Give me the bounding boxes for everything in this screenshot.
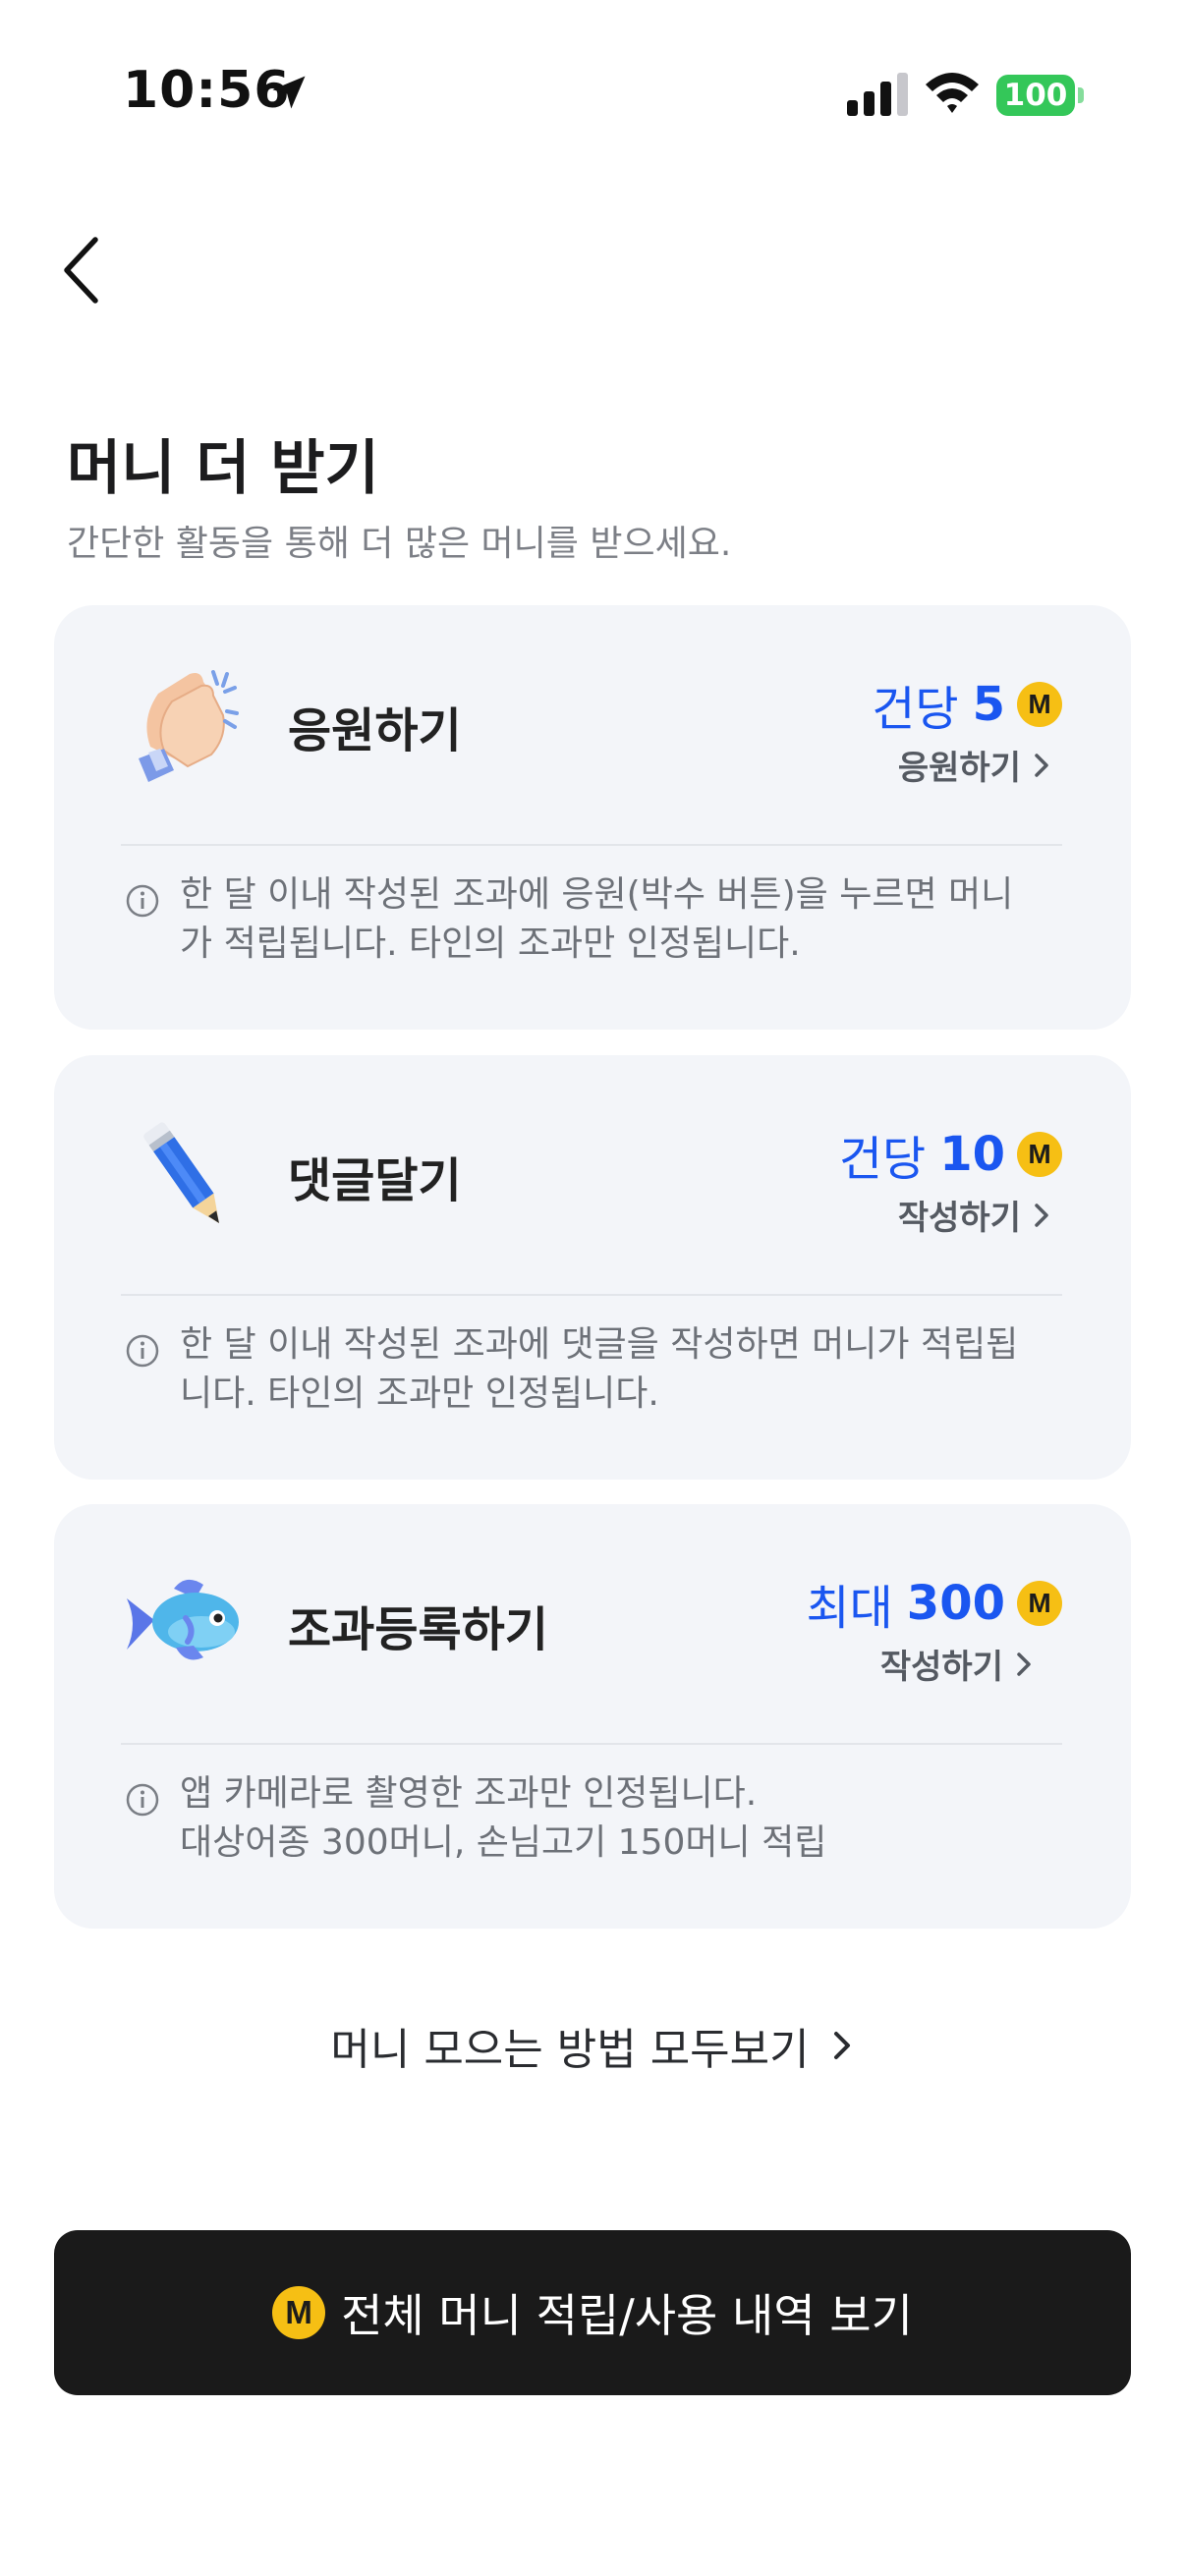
chevron-left-icon	[64, 237, 98, 304]
chevron-right-icon	[1017, 1652, 1031, 1676]
reward-prefix: 건당	[838, 1132, 927, 1187]
info-icon	[126, 884, 159, 918]
view-all-ways-label: 머니 모으는 방법 모두보기	[330, 2025, 810, 2075]
money-coin-icon: M	[1017, 1132, 1062, 1177]
catch-action-link[interactable]: 작성하기	[880, 1640, 1035, 1688]
view-all-ways-link[interactable]: 머니 모으는 방법 모두보기	[0, 2014, 1185, 2077]
location-arrow-icon	[272, 76, 306, 109]
chevron-right-icon	[1035, 753, 1048, 777]
status-bar: 10:56 100	[0, 0, 1185, 196]
reward-amount: 건당 10 M	[839, 1120, 1062, 1189]
divider	[121, 844, 1062, 846]
page-subtitle: 간단한 활동을 통해 더 많은 머니를 받으세요.	[67, 524, 732, 564]
cellular-signal-icon	[847, 73, 908, 116]
description-line: 대상어종 300머니, 손님고기 150머니 적립	[180, 1822, 827, 1863]
chevron-right-icon	[1035, 1203, 1048, 1227]
reward-value: 300	[906, 1576, 1005, 1631]
cheer-action-link[interactable]: 응원하기	[898, 741, 1052, 789]
fish-icon	[127, 1579, 239, 1660]
comment-action-link[interactable]: 작성하기	[898, 1191, 1052, 1239]
description-line: 니다. 타인의 조과만 인정됩니다.	[180, 1373, 659, 1414]
battery-level: 100	[996, 75, 1075, 116]
info-icon	[126, 1334, 159, 1368]
action-label: 작성하기	[897, 1199, 1021, 1238]
description-line: 앱 카메라로 촬영한 조과만 인정됩니다.	[180, 1773, 758, 1814]
clapping-hands-icon	[139, 670, 239, 782]
view-history-button[interactable]: M 전체 머니 적립/사용 내역 보기	[54, 2230, 1131, 2395]
page-title: 머니 더 받기	[67, 434, 379, 503]
reward-amount: 최대 300 M	[806, 1569, 1062, 1638]
description-line: 가 적립됩니다. 타인의 조과만 인정됩니다.	[180, 924, 801, 964]
status-time: 10:56	[123, 61, 291, 120]
reward-prefix: 최대	[806, 1581, 893, 1636]
action-label: 작성하기	[879, 1648, 1003, 1687]
money-coin-icon: M	[272, 2286, 326, 2339]
money-coin-icon: M	[1017, 1581, 1062, 1626]
pencil-icon	[143, 1122, 219, 1223]
chevron-right-icon	[833, 2032, 850, 2059]
card-description: 앱 카메라로 촬영한 조과만 인정됩니다. 대상어종 300머니, 손님고기 1…	[180, 1769, 1052, 1868]
reward-value: 10	[939, 1127, 1005, 1182]
back-button[interactable]	[51, 228, 120, 312]
wifi-icon	[926, 73, 979, 113]
action-label: 응원하기	[897, 749, 1021, 788]
reward-prefix: 건당	[872, 682, 959, 737]
divider	[121, 1294, 1062, 1296]
divider	[121, 1743, 1062, 1745]
card-title: 댓글달기	[288, 1152, 462, 1208]
info-icon	[126, 1783, 159, 1817]
card-title: 응원하기	[288, 702, 462, 758]
money-coin-icon: M	[1017, 682, 1062, 727]
card-title: 조과등록하기	[288, 1601, 548, 1657]
reward-value: 5	[972, 677, 1005, 732]
reward-amount: 건당 5 M	[872, 670, 1062, 739]
card-catch-register: 조과등록하기 최대 300 M 작성하기 앱 카메라로 촬영한 조과만 인정됩니…	[54, 1504, 1131, 1929]
description-line: 한 달 이내 작성된 조과에 응원(박수 버튼)을 누르면 머니	[180, 874, 1014, 915]
card-cheer: 응원하기 건당 5 M 응원하기 한 달 이내 작성된 조과에 응원(박수 버튼…	[54, 605, 1131, 1030]
card-comment: 댓글달기 건당 10 M 작성하기 한 달 이내 작성된 조과에 댓글을 작성하…	[54, 1055, 1131, 1480]
card-description: 한 달 이내 작성된 조과에 댓글을 작성하면 머니가 적립됩 니다. 타인의 …	[180, 1320, 1052, 1419]
view-history-label: 전체 머니 적립/사용 내역 보기	[341, 2289, 913, 2342]
description-line: 한 달 이내 작성된 조과에 댓글을 작성하면 머니가 적립됩	[180, 1324, 1019, 1365]
card-description: 한 달 이내 작성된 조과에 응원(박수 버튼)을 누르면 머니 가 적립됩니다…	[180, 870, 1052, 969]
battery-indicator: 100	[996, 75, 1085, 116]
battery-tip	[1078, 87, 1084, 103]
